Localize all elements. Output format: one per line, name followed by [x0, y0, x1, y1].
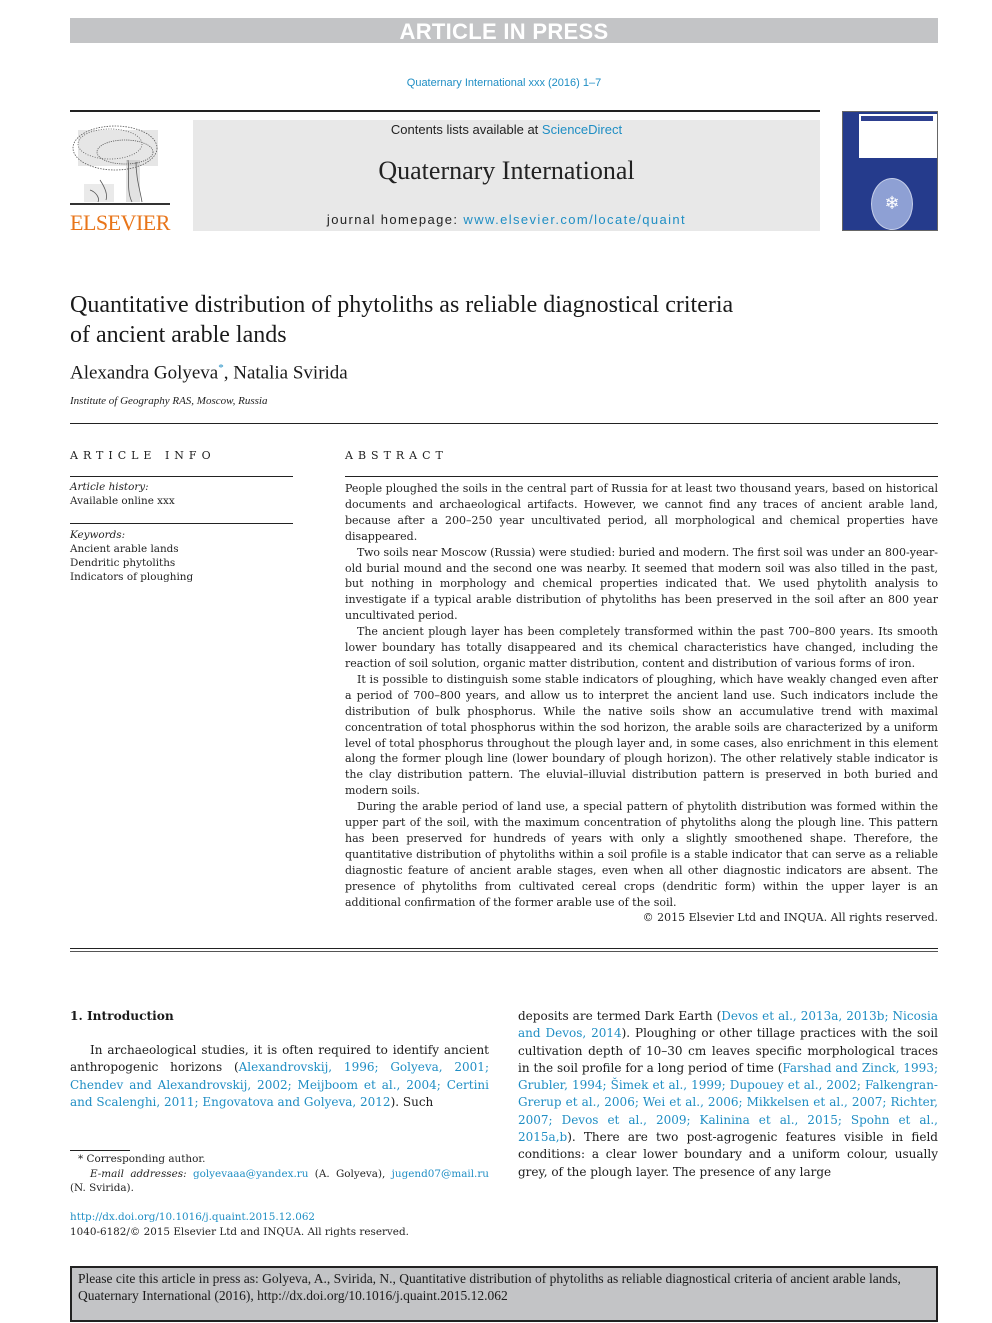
elsevier-logo[interactable]: ELSEVIER: [70, 120, 170, 235]
footnote-rule: [70, 1150, 130, 1151]
masthead-top-rule: [70, 110, 820, 112]
email-link-golyeva[interactable]: golyevaaa@yandex.ru: [193, 1168, 308, 1180]
journal-reference-link[interactable]: Quaternary International xxx (2016) 1–7: [0, 77, 992, 89]
doi-link[interactable]: http://dx.doi.org/10.1016/j.quaint.2015.…: [70, 1210, 489, 1225]
keywords-label: Keywords:: [70, 529, 126, 541]
article-info-heading: ARTICLE INFO: [70, 449, 216, 462]
homepage-prefix: journal homepage:: [326, 212, 464, 227]
homepage-line: journal homepage: www.elsevier.com/locat…: [193, 212, 820, 227]
history-label: Article history:: [70, 481, 149, 493]
article-in-press-banner: ARTICLE IN PRESS: [70, 18, 938, 44]
journal-name: Quaternary International: [378, 156, 635, 185]
keywords-rule: [70, 523, 293, 524]
article-history: Article history: Available online xxx: [70, 480, 293, 508]
intro-paragraph: In archaeological studies, it is often r…: [70, 1042, 489, 1111]
section-heading-introduction: 1. Introduction: [70, 1009, 174, 1023]
footnote-text: Corresponding author.: [83, 1153, 206, 1165]
keyword-item: Indicators of ploughing: [70, 571, 194, 583]
article-info-rule: [70, 476, 293, 477]
body-column-left: In archaeological studies, it is often r…: [70, 1042, 489, 1111]
abstract-rule: [345, 476, 938, 477]
issn-copyright: 1040-6182/© 2015 Elsevier Ltd and INQUA.…: [70, 1226, 409, 1238]
email-note: E-mail addresses: golyevaaa@yandex.ru (A…: [70, 1167, 489, 1196]
abstract-paragraph: The ancient plough layer has been comple…: [345, 625, 938, 670]
article-title: Quantitative distribution of phytoliths …: [70, 290, 850, 350]
body-text: ). There are two post-agrogenic features…: [518, 1130, 938, 1179]
author-list: Alexandra Golyeva*, Natalia Svirida: [70, 362, 348, 384]
keywords: Keywords: Ancient arable lands Dendritic…: [70, 528, 293, 584]
abstract-paragraph: It is possible to distinguish some stabl…: [345, 672, 938, 798]
journal-masthead: Contents lists available at ScienceDirec…: [193, 120, 820, 231]
article-title-line-2: of ancient arable lands: [70, 322, 287, 348]
sciencedirect-link[interactable]: ScienceDirect: [542, 122, 622, 137]
keyword-item: Dendritic phytoliths: [70, 557, 176, 569]
journal-homepage-link[interactable]: www.elsevier.com/locate/quaint: [463, 212, 686, 227]
contents-line: Contents lists available at ScienceDirec…: [193, 122, 820, 137]
cover-title-strip: [861, 116, 933, 121]
abstract-paragraph: People ploughed the soils in the central…: [345, 482, 938, 543]
intro-paragraph-continued: deposits are termed Dark Earth (Devos et…: [518, 1008, 938, 1181]
keyword-item: Ancient arable lands: [70, 543, 179, 555]
email-owner: (A. Golyeva),: [308, 1167, 392, 1180]
doi-block: http://dx.doi.org/10.1016/j.quaint.2015.…: [70, 1210, 489, 1240]
abstract-copyright: © 2015 Elsevier Ltd and INQUA. All right…: [642, 911, 938, 925]
abstract-paragraph: Two soils near Moscow (Russia) were stud…: [345, 545, 938, 623]
citation-box: Please cite this article in press as: Go…: [70, 1266, 938, 1322]
abstract-heading: ABSTRACT: [345, 449, 448, 462]
history-value: Available online xxx: [70, 495, 175, 507]
corresponding-author-note: * Corresponding author.: [70, 1152, 489, 1167]
article-title-line-1: Quantitative distribution of phytoliths …: [70, 292, 734, 318]
abstract-paragraph: During the arable period of land use, a …: [345, 800, 938, 909]
journal-cover-icon[interactable]: ❄: [842, 111, 938, 231]
elsevier-wordmark: ELSEVIER: [70, 210, 170, 235]
author-svirida[interactable]: Natalia Svirida: [233, 362, 348, 383]
email-label: E-mail addresses:: [90, 1167, 187, 1180]
footnotes: * Corresponding author. E-mail addresses…: [70, 1152, 489, 1196]
email-owner: (N. Svirida).: [70, 1182, 134, 1194]
email-link-svirida[interactable]: jugend07@mail.ru: [392, 1168, 489, 1180]
body-text: ). Such: [390, 1094, 434, 1109]
abstract-body: People ploughed the soils in the central…: [345, 481, 938, 926]
body-text: deposits are termed Dark Earth (: [518, 1009, 722, 1023]
body-column-right: deposits are termed Dark Earth (Devos et…: [518, 1008, 938, 1181]
affiliation: Institute of Geography RAS, Moscow, Russ…: [70, 395, 268, 407]
snowflake-icon: ❄: [884, 193, 900, 214]
header-rule: [70, 423, 938, 424]
author-separator: ,: [223, 362, 234, 384]
elsevier-tree-icon: [70, 125, 170, 205]
author-golyeva[interactable]: Alexandra Golyeva: [70, 362, 218, 383]
front-matter-double-rule: [70, 948, 938, 952]
contents-prefix: Contents lists available at: [390, 122, 542, 137]
inqua-emblem-icon: ❄: [871, 178, 913, 230]
